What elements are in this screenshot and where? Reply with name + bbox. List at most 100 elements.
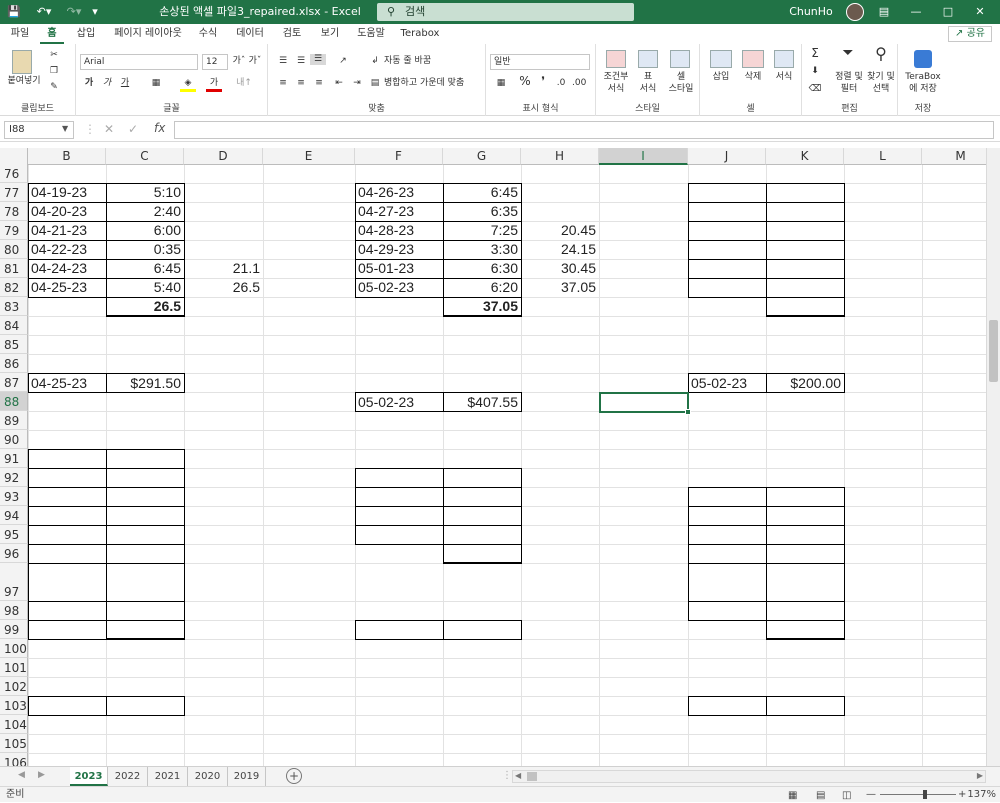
row-header[interactable]: 84 — [0, 316, 28, 335]
row-header[interactable]: 76 — [0, 164, 28, 183]
cell-h80[interactable]: 24.15 — [521, 240, 599, 258]
row-header[interactable]: 78 — [0, 202, 28, 221]
col-header-i[interactable]: I — [599, 148, 688, 165]
add-sheet-icon[interactable]: + — [286, 768, 302, 784]
confirm-entry-icon[interactable]: ✓ — [128, 122, 138, 136]
decrease-decimal-icon[interactable]: .00 — [572, 78, 586, 89]
worksheet-grid[interactable]: B C D E F G H I J K L M 76 77 78 79 80 81 82 83… — [0, 148, 986, 766]
tab-formulas[interactable]: 수식 — [192, 24, 224, 44]
paste-icon[interactable] — [12, 50, 32, 74]
align-left-icon[interactable]: ≡ — [276, 78, 290, 89]
ribbon-display-icon[interactable]: ▤ — [874, 0, 894, 24]
row-header[interactable]: 85 — [0, 335, 28, 354]
format-painter-icon[interactable]: ✎ — [48, 82, 60, 93]
row-header[interactable]: 88 — [0, 392, 28, 411]
bold-icon[interactable]: 가 — [82, 78, 96, 89]
col-header-k[interactable]: K — [766, 148, 844, 165]
namebox-dropdown-icon[interactable]: ▼ — [62, 124, 68, 133]
cancel-entry-icon[interactable]: ✕ — [104, 122, 114, 136]
row-header[interactable]: 79 — [0, 221, 28, 240]
col-header-l[interactable]: L — [844, 148, 922, 165]
row-header[interactable]: 83 — [0, 297, 28, 316]
font-size-select[interactable]: 12 — [202, 54, 228, 70]
active-cell-i88[interactable] — [599, 392, 691, 415]
horizontal-scroll-thumb[interactable] — [527, 772, 537, 781]
avatar[interactable] — [846, 3, 864, 21]
align-middle-icon[interactable]: ☰ — [294, 56, 308, 67]
sort-filter-button[interactable]: 정렬 및 — [832, 72, 866, 83]
row-header[interactable]: 80 — [0, 240, 28, 259]
font-color-icon[interactable]: 가 — [206, 78, 222, 92]
col-header-d[interactable]: D — [184, 148, 263, 165]
border-icon[interactable]: ▦ — [146, 78, 166, 89]
orientation-icon[interactable]: ↗ — [334, 56, 352, 67]
user-name[interactable]: ChunHo Park — [778, 0, 844, 42]
align-bottom-icon[interactable]: ☰ — [310, 54, 326, 65]
page-layout-view-icon[interactable]: ▤ — [816, 788, 825, 803]
undo-icon[interactable]: ↶▾ — [30, 0, 58, 24]
cell-h81[interactable]: 30.45 — [521, 259, 599, 277]
tab-file[interactable]: 파일 — [6, 24, 34, 44]
row-header[interactable]: 86 — [0, 354, 28, 373]
underline-icon[interactable]: 가 — [118, 78, 132, 89]
align-right-icon[interactable]: ≡ — [312, 78, 326, 89]
col-header-m[interactable]: M — [922, 148, 986, 165]
conditional-format-button[interactable]: 조건부 — [596, 72, 636, 83]
tab-review[interactable]: 검토 — [276, 24, 308, 44]
row-header[interactable]: 103 — [0, 696, 28, 715]
find-select-button[interactable]: 찾기 및 — [864, 72, 898, 83]
sheet-tab-2021[interactable]: 2021 — [148, 767, 188, 786]
sheet-tab-2023[interactable]: 2023 — [70, 767, 108, 786]
col-header-b[interactable]: B — [28, 148, 106, 165]
cell-h82[interactable]: 37.05 — [521, 278, 599, 296]
delete-cells-icon[interactable] — [742, 50, 764, 68]
align-center-icon[interactable]: ≡ — [294, 78, 308, 89]
row-header[interactable]: 77 — [0, 183, 28, 202]
row-header[interactable]: 97 — [0, 563, 28, 601]
wrap-text-button[interactable]: 자동 줄 바꿈 — [384, 56, 454, 67]
row-header[interactable]: 91 — [0, 449, 28, 468]
merge-center-button[interactable]: 병합하고 가운데 맞춤 — [384, 78, 480, 89]
tab-help[interactable]: 도움말 — [350, 24, 392, 44]
tab-insert[interactable]: 삽입 — [70, 24, 102, 44]
row-header[interactable]: 94 — [0, 506, 28, 525]
comma-icon[interactable]: ❜ — [536, 75, 550, 87]
decrease-font-icon[interactable]: 가ˇ — [248, 56, 262, 67]
share-button[interactable]: ↗ 공유 — [948, 26, 992, 42]
col-header-f[interactable]: F — [355, 148, 443, 165]
row-header[interactable]: 99 — [0, 620, 28, 639]
row-header[interactable]: 106 — [0, 753, 28, 766]
save-icon[interactable]: 💾 — [6, 0, 22, 24]
percent-icon[interactable]: % — [518, 75, 532, 87]
clear-icon[interactable]: ⌫ — [808, 84, 822, 95]
font-name-select[interactable]: Arial — [80, 54, 198, 70]
paste-button[interactable]: 붙여넣기 — [4, 76, 44, 87]
maximize-icon[interactable]: □ — [938, 0, 958, 24]
row-header[interactable]: 101 — [0, 658, 28, 677]
copy-icon[interactable]: ❐ — [48, 66, 60, 77]
format-as-table-icon[interactable] — [638, 50, 658, 68]
terabox-icon[interactable] — [914, 50, 932, 68]
tab-view[interactable]: 보기 — [314, 24, 346, 44]
format-cells-button[interactable]: 서식 — [768, 72, 800, 83]
row-header[interactable]: 98 — [0, 601, 28, 620]
row-header[interactable]: 93 — [0, 487, 28, 506]
cell-d82[interactable]: 26.5 — [184, 278, 263, 296]
increase-font-icon[interactable]: 가ˆ — [232, 56, 246, 67]
autosum-icon[interactable]: Σ — [808, 47, 822, 59]
scroll-left-icon[interactable]: ◀ — [515, 771, 521, 780]
col-header-j[interactable]: J — [688, 148, 766, 165]
italic-icon[interactable]: 가 — [100, 78, 114, 89]
format-cells-icon[interactable] — [774, 50, 794, 68]
zoom-slider[interactable] — [880, 790, 956, 799]
conditional-format-icon[interactable] — [606, 50, 626, 68]
fill-icon[interactable]: ⬇ — [808, 66, 822, 77]
terabox-save-button[interactable]: TeraBox — [898, 72, 948, 83]
fill-color-icon[interactable]: ◈ — [180, 78, 196, 92]
cell-d81[interactable]: 21.1 — [184, 259, 263, 277]
col-header-e[interactable]: E — [263, 148, 355, 165]
merge-icon[interactable]: ▤ — [368, 78, 382, 89]
row-header[interactable]: 89 — [0, 411, 28, 430]
col-header-c[interactable]: C — [106, 148, 184, 165]
delete-cells-button[interactable]: 삭제 — [736, 72, 770, 83]
